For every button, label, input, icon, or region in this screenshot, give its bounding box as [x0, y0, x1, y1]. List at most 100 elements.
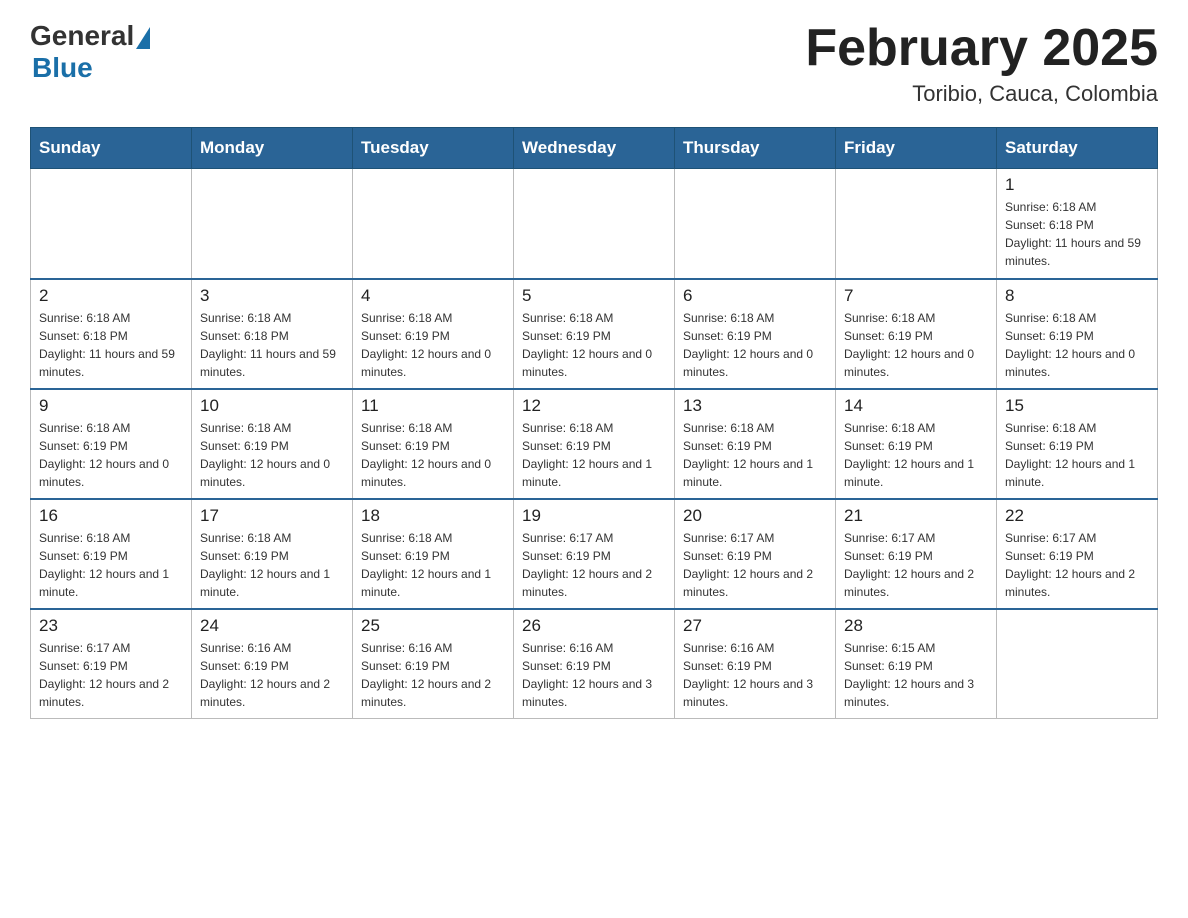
day-number: 21: [844, 506, 988, 526]
day-info: Sunrise: 6:17 AM Sunset: 6:19 PM Dayligh…: [39, 639, 183, 711]
day-info: Sunrise: 6:16 AM Sunset: 6:19 PM Dayligh…: [522, 639, 666, 711]
day-number: 10: [200, 396, 344, 416]
day-info: Sunrise: 6:17 AM Sunset: 6:19 PM Dayligh…: [1005, 529, 1149, 601]
calendar-cell: 1 Sunrise: 6:18 AM Sunset: 6:18 PM Daylig…: [997, 169, 1158, 279]
calendar-cell: 4 Sunrise: 6:18 AM Sunset: 6:19 PM Daylig…: [353, 279, 514, 389]
day-info: Sunrise: 6:18 AM Sunset: 6:18 PM Dayligh…: [39, 309, 183, 381]
day-number: 6: [683, 286, 827, 306]
calendar-title: February 2025: [805, 20, 1158, 77]
calendar-cell: 22 Sunrise: 6:17 AM Sunset: 6:19 PM Dayli…: [997, 499, 1158, 609]
day-info: Sunrise: 6:18 AM Sunset: 6:19 PM Dayligh…: [361, 309, 505, 381]
calendar-week-row: 2 Sunrise: 6:18 AM Sunset: 6:18 PM Daylig…: [31, 279, 1158, 389]
logo-text-general: General: [30, 20, 134, 52]
day-info: Sunrise: 6:18 AM Sunset: 6:19 PM Dayligh…: [522, 419, 666, 491]
calendar-cell: 11Sunrise: 6:18 AM Sunset: 6:19 PM Dayli…: [353, 389, 514, 499]
day-number: 27: [683, 616, 827, 636]
calendar-cell: [514, 169, 675, 279]
day-number: 24: [200, 616, 344, 636]
calendar-cell: 19 Sunrise: 6:17 AM Sunset: 6:19 PM Dayli…: [514, 499, 675, 609]
calendar-cell: [31, 169, 192, 279]
day-info: Sunrise: 6:16 AM Sunset: 6:19 PM Dayligh…: [200, 639, 344, 711]
calendar-cell: 10 Sunrise: 6:18 AM Sunset: 6:19 PM Dayli…: [192, 389, 353, 499]
calendar-cell: 17 Sunrise: 6:18 AM Sunset: 6:19 PM Dayli…: [192, 499, 353, 609]
day-info: Sunrise: 6:18 AM Sunset: 6:19 PM Dayligh…: [1005, 309, 1149, 381]
day-info: Sunrise: 6:18 AM Sunset: 6:18 PM Dayligh…: [1005, 198, 1149, 270]
calendar-header-tuesday: Tuesday: [353, 128, 514, 169]
day-number: 15: [1005, 396, 1149, 416]
page-header: General Blue February 2025 Toribio, Cauc…: [30, 20, 1158, 107]
calendar-cell: 25 Sunrise: 6:16 AM Sunset: 6:19 PM Dayli…: [353, 609, 514, 719]
calendar-cell: 14 Sunrise: 6:18 AM Sunset: 6:19 PM Dayli…: [836, 389, 997, 499]
logo-text-blue: Blue: [32, 52, 93, 84]
calendar-cell: 15 Sunrise: 6:18 AM Sunset: 6:19 PM Dayli…: [997, 389, 1158, 499]
calendar-cell: 5 Sunrise: 6:18 AM Sunset: 6:19 PM Daylig…: [514, 279, 675, 389]
day-info: Sunrise: 6:17 AM Sunset: 6:19 PM Dayligh…: [522, 529, 666, 601]
day-info: Sunrise: 6:17 AM Sunset: 6:19 PM Dayligh…: [844, 529, 988, 601]
day-number: 20: [683, 506, 827, 526]
calendar-cell: 27 Sunrise: 6:16 AM Sunset: 6:19 PM Dayli…: [675, 609, 836, 719]
day-number: 4: [361, 286, 505, 306]
day-number: 12: [522, 396, 666, 416]
day-number: 22: [1005, 506, 1149, 526]
day-info: Sunrise: 6:18 AM Sunset: 6:19 PM Dayligh…: [1005, 419, 1149, 491]
day-number: 9: [39, 396, 183, 416]
day-info: Sunrise: 6:18 AM Sunset: 6:19 PM Dayligh…: [522, 309, 666, 381]
day-info: Sunrise: 6:18 AM Sunset: 6:19 PM Dayligh…: [39, 529, 183, 601]
calendar-header-row: SundayMondayTuesdayWednesdayThursdayFrid…: [31, 128, 1158, 169]
day-info: Sunrise: 6:18 AM Sunset: 6:19 PM Dayligh…: [200, 419, 344, 491]
calendar-cell: 16 Sunrise: 6:18 AM Sunset: 6:19 PM Dayli…: [31, 499, 192, 609]
calendar-subtitle: Toribio, Cauca, Colombia: [805, 81, 1158, 107]
calendar-cell: [836, 169, 997, 279]
calendar-cell: [353, 169, 514, 279]
day-number: 23: [39, 616, 183, 636]
calendar-cell: 20 Sunrise: 6:17 AM Sunset: 6:19 PM Dayli…: [675, 499, 836, 609]
day-number: 8: [1005, 286, 1149, 306]
day-number: 1: [1005, 175, 1149, 195]
calendar-cell: 8 Sunrise: 6:18 AM Sunset: 6:19 PM Daylig…: [997, 279, 1158, 389]
day-number: 26: [522, 616, 666, 636]
calendar-cell: 13 Sunrise: 6:18 AM Sunset: 6:19 PM Dayli…: [675, 389, 836, 499]
day-info: Sunrise: 6:16 AM Sunset: 6:19 PM Dayligh…: [683, 639, 827, 711]
calendar-cell: 26 Sunrise: 6:16 AM Sunset: 6:19 PM Dayli…: [514, 609, 675, 719]
day-number: 17: [200, 506, 344, 526]
calendar-cell: 12 Sunrise: 6:18 AM Sunset: 6:19 PM Dayli…: [514, 389, 675, 499]
day-info: Sunrise: 6:16 AM Sunset: 6:19 PM Dayligh…: [361, 639, 505, 711]
calendar-cell: [192, 169, 353, 279]
calendar-cell: 24 Sunrise: 6:16 AM Sunset: 6:19 PM Dayli…: [192, 609, 353, 719]
calendar-header-wednesday: Wednesday: [514, 128, 675, 169]
day-info: Sunrise: 6:18 AM Sunset: 6:19 PM Dayligh…: [844, 419, 988, 491]
day-number: 13: [683, 396, 827, 416]
calendar-week-row: 23 Sunrise: 6:17 AM Sunset: 6:19 PM Dayli…: [31, 609, 1158, 719]
logo-triangle-icon: [136, 27, 150, 49]
day-number: 14: [844, 396, 988, 416]
day-number: 5: [522, 286, 666, 306]
title-block: February 2025 Toribio, Cauca, Colombia: [805, 20, 1158, 107]
calendar-cell: 28Sunrise: 6:15 AM Sunset: 6:19 PM Dayli…: [836, 609, 997, 719]
day-info: Sunrise: 6:18 AM Sunset: 6:19 PM Dayligh…: [844, 309, 988, 381]
day-number: 18: [361, 506, 505, 526]
day-number: 16: [39, 506, 183, 526]
calendar-cell: 2 Sunrise: 6:18 AM Sunset: 6:18 PM Daylig…: [31, 279, 192, 389]
calendar-cell: [675, 169, 836, 279]
calendar-cell: 3 Sunrise: 6:18 AM Sunset: 6:18 PM Daylig…: [192, 279, 353, 389]
day-number: 2: [39, 286, 183, 306]
day-info: Sunrise: 6:18 AM Sunset: 6:19 PM Dayligh…: [200, 529, 344, 601]
day-number: 28: [844, 616, 988, 636]
calendar-header-sunday: Sunday: [31, 128, 192, 169]
day-info: Sunrise: 6:17 AM Sunset: 6:19 PM Dayligh…: [683, 529, 827, 601]
day-number: 19: [522, 506, 666, 526]
day-info: Sunrise: 6:18 AM Sunset: 6:19 PM Dayligh…: [361, 529, 505, 601]
day-number: 25: [361, 616, 505, 636]
day-info: Sunrise: 6:18 AM Sunset: 6:18 PM Dayligh…: [200, 309, 344, 381]
day-info: Sunrise: 6:18 AM Sunset: 6:19 PM Dayligh…: [683, 309, 827, 381]
day-number: 3: [200, 286, 344, 306]
calendar-cell: 21 Sunrise: 6:17 AM Sunset: 6:19 PM Dayli…: [836, 499, 997, 609]
calendar-week-row: 1 Sunrise: 6:18 AM Sunset: 6:18 PM Daylig…: [31, 169, 1158, 279]
calendar-header-thursday: Thursday: [675, 128, 836, 169]
calendar-cell: 9Sunrise: 6:18 AM Sunset: 6:19 PM Daylig…: [31, 389, 192, 499]
logo: General Blue: [30, 20, 150, 84]
day-info: Sunrise: 6:18 AM Sunset: 6:19 PM Dayligh…: [683, 419, 827, 491]
calendar-header-friday: Friday: [836, 128, 997, 169]
calendar-cell: 7Sunrise: 6:18 AM Sunset: 6:19 PM Daylig…: [836, 279, 997, 389]
calendar-cell: 23 Sunrise: 6:17 AM Sunset: 6:19 PM Dayli…: [31, 609, 192, 719]
